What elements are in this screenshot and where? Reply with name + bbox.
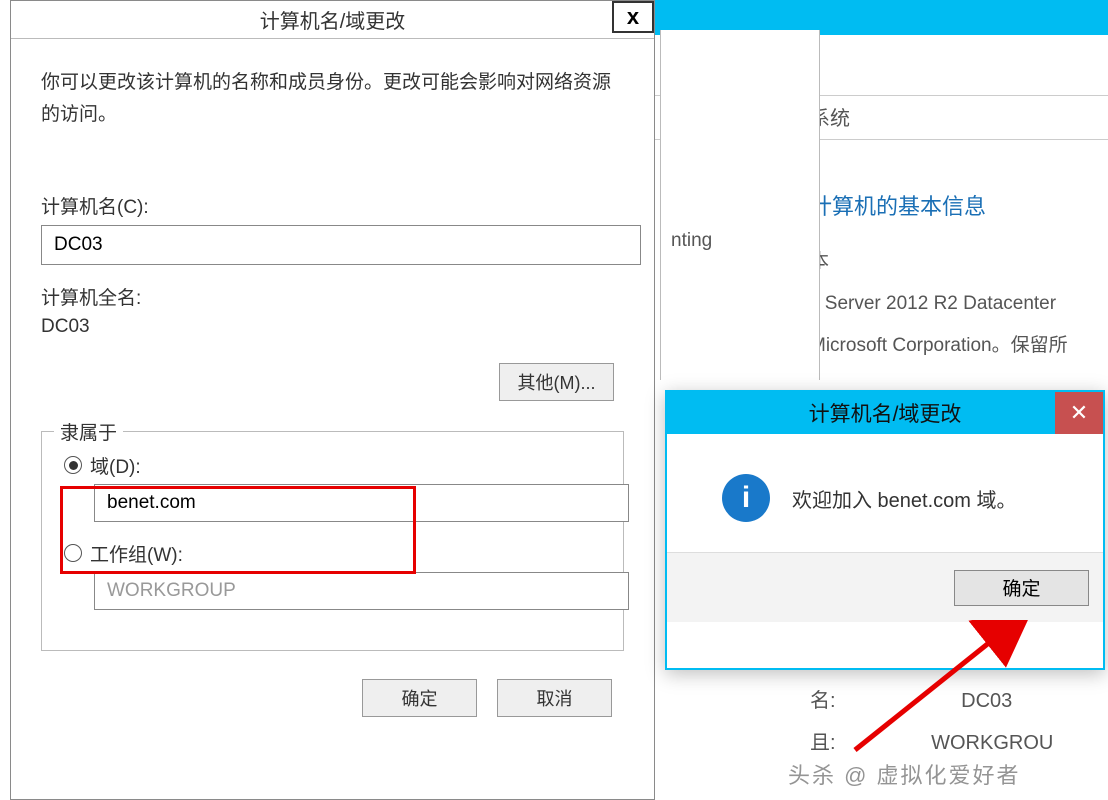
- workgroup-radio[interactable]: 工作组(W):: [64, 540, 601, 567]
- welcome-domain-messagebox: 计算机名/域更改 ✕ i 欢迎加入 benet.com 域。 确定: [665, 390, 1105, 670]
- dialog-description: 你可以更改该计算机的名称和成员身份。更改可能会影响对网络资源的访问。: [41, 67, 624, 132]
- computer-name-input[interactable]: [41, 225, 641, 265]
- radio-unselected-icon: [64, 544, 82, 562]
- basic-info-heading: 计算机的基本信息: [810, 183, 1108, 231]
- close-icon: ✕: [1070, 400, 1088, 426]
- system-lower-info: 名: DC03 且: WORKGROU: [810, 680, 1053, 764]
- dialog-title: 计算机名/域更改: [260, 5, 406, 34]
- close-button[interactable]: x: [612, 1, 654, 33]
- msgbox-ok-button[interactable]: 确定: [954, 570, 1089, 606]
- close-icon: x: [627, 6, 639, 28]
- membership-legend: 隶属于: [54, 418, 123, 445]
- copyright-text: Microsoft Corporation。保留所: [810, 325, 1108, 367]
- workgroup-radio-label: 工作组(W):: [90, 540, 183, 567]
- full-computer-name-label: 计算机全名:: [41, 283, 624, 310]
- dialog-titlebar[interactable]: 计算机名/域更改 x: [11, 1, 654, 39]
- msgbox-title: 计算机名/域更改: [809, 398, 962, 428]
- computer-name-value: DC03: [961, 680, 1012, 722]
- domain-radio[interactable]: 域(D):: [64, 452, 601, 479]
- other-button[interactable]: 其他(M)...: [499, 363, 614, 401]
- full-computer-name-value: DC03: [41, 316, 624, 338]
- computer-name-label: 名:: [810, 690, 836, 712]
- edition-label: 本: [810, 241, 1108, 283]
- domain-input[interactable]: [94, 484, 629, 522]
- msgbox-message: 欢迎加入 benet.com 域。: [792, 484, 1017, 513]
- membership-fieldset: 隶属于 域(D): 工作组(W):: [41, 431, 624, 651]
- radio-selected-icon: [64, 456, 82, 474]
- os-name: s Server 2012 R2 Datacenter: [810, 283, 1108, 325]
- workgroup-label: 且:: [810, 732, 836, 754]
- cancel-button[interactable]: 取消: [497, 679, 612, 717]
- watermark-text: 头杀 @ 虚拟化爱好者: [788, 758, 1021, 790]
- msgbox-titlebar[interactable]: 计算机名/域更改 ✕: [667, 392, 1103, 434]
- workgroup-input[interactable]: [94, 572, 629, 610]
- ok-button[interactable]: 确定: [362, 679, 477, 717]
- msgbox-close-button[interactable]: ✕: [1055, 392, 1103, 434]
- domain-radio-label: 域(D):: [90, 452, 141, 479]
- computer-name-label: 计算机名(C):: [41, 192, 624, 219]
- partial-window-fragment: nting: [660, 30, 820, 380]
- computer-name-domain-change-dialog: 计算机名/域更改 x 你可以更改该计算机的名称和成员身份。更改可能会影响对网络资…: [10, 0, 655, 800]
- info-icon: i: [722, 474, 770, 522]
